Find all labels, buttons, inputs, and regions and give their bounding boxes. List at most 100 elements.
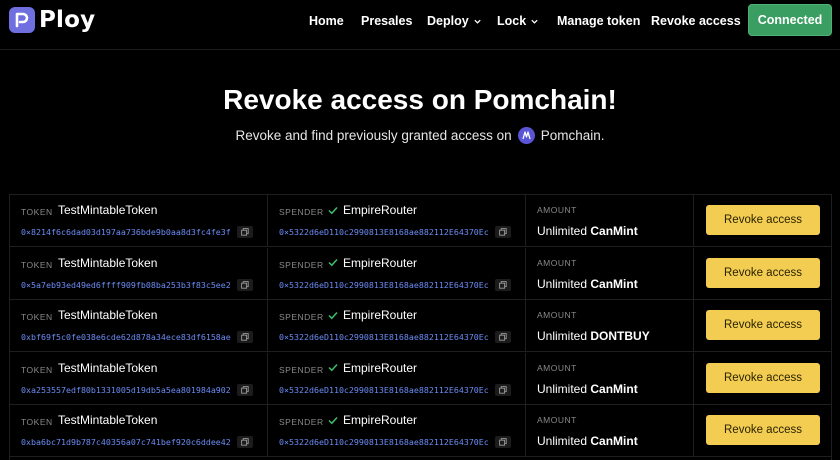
amount-label: AMOUNT	[537, 205, 577, 215]
amount-label: AMOUNT	[537, 310, 577, 320]
page-title: Revoke access on Pomchain!	[223, 84, 617, 115]
spender-address[interactable]: 0×5322d6eD110c2990813E8168ae882112E64370…	[279, 227, 489, 237]
spender-name: EmpireRouter	[343, 308, 418, 322]
spender-cell: SPENDER EmpireRouter 0×5322d6eD110c29908…	[268, 352, 526, 405]
revoke-access-button[interactable]: Revoke access	[706, 257, 820, 288]
token-address-link[interactable]: 0×8214f6c6dad03d197aa736bde9b0aa8d3fc4fe…	[21, 226, 253, 238]
token-address[interactable]: 0xbf69f5c0fe038e6cde62d878a34ece83df6158…	[21, 332, 231, 342]
chevron-down-icon	[474, 19, 481, 24]
spender-label: SPENDER	[279, 312, 324, 322]
copy-icon[interactable]	[236, 436, 253, 448]
nav-deploy[interactable]: Deploy	[427, 12, 482, 30]
copy-icon[interactable]	[494, 436, 511, 448]
chevron-down-icon	[531, 19, 538, 24]
brand-logo[interactable]: Ploy	[9, 7, 95, 33]
spender-name-wrap: EmpireRouter	[328, 361, 417, 375]
token-address-link[interactable]: 0xa253557edf80b1331005d19db5a5ea801984a9…	[21, 383, 253, 396]
token-name: TestMintableToken	[58, 413, 158, 427]
copy-icon[interactable]	[494, 331, 511, 343]
subtitle-text: Revoke and find previously granted acces…	[235, 128, 512, 143]
token-address-link[interactable]: 0xbf69f5c0fe038e6cde62d878a34ece83df6158…	[21, 331, 253, 343]
token-address[interactable]: 0×8214f6c6dad03d197aa736bde9b0aa8d3fc4fe…	[21, 227, 231, 237]
spender-cell: SPENDER EmpireRouter 0×5322d6eD110c29908…	[268, 247, 526, 300]
amount-value: Unlimited CanMint	[537, 434, 638, 448]
nav-manage-token[interactable]: Manage token	[557, 12, 640, 30]
copy-icon[interactable]	[494, 278, 511, 291]
spender-address-link[interactable]: 0×5322d6eD110c2990813E8168ae882112E64370…	[279, 226, 511, 238]
top-navbar: Ploy Home Presales Deploy Lock Manage to…	[0, 0, 840, 50]
nav-lock[interactable]: Lock	[497, 12, 539, 30]
revoke-access-button[interactable]: Revoke access	[706, 310, 820, 340]
nav-presales[interactable]: Presales	[361, 12, 412, 30]
check-icon	[328, 416, 338, 424]
spender-address[interactable]: 0×5322d6eD110c2990813E8168ae882112E64370…	[279, 332, 489, 342]
copy-icon[interactable]	[236, 331, 253, 343]
table-row: TOKEN TestMintableToken 0×8214f6c6dad03d…	[10, 195, 831, 247]
copy-icon[interactable]	[494, 383, 511, 396]
spender-address-link[interactable]: 0×5322d6eD110c2990813E8168ae882112E64370…	[279, 436, 511, 448]
spender-name: EmpireRouter	[343, 255, 418, 270]
amount-label: AMOUNT	[537, 257, 577, 268]
revoke-access-button[interactable]: Revoke access	[706, 415, 820, 445]
check-icon	[328, 363, 338, 372]
pomchain-icon	[517, 127, 535, 144]
nav-lock-label: Lock	[497, 14, 527, 28]
check-icon	[328, 206, 338, 214]
spender-address-link[interactable]: 0×5322d6eD110c2990813E8168ae882112E64370…	[279, 278, 511, 291]
spender-cell: SPENDER EmpireRouter 0×5322d6eD110c29908…	[268, 195, 526, 247]
spender-address-link[interactable]: 0×5322d6eD110c2990813E8168ae882112E64370…	[279, 331, 511, 343]
nav-home[interactable]: Home	[309, 12, 344, 30]
spender-address[interactable]: 0×5322d6eD110c2990813E8168ae882112E64370…	[279, 437, 489, 447]
copy-icon[interactable]	[236, 278, 253, 291]
amount-value: Unlimited CanMint	[537, 224, 638, 238]
spender-name-wrap: EmpireRouter	[328, 413, 417, 427]
ploy-logo-icon	[9, 7, 35, 33]
amount-cell: AMOUNT Unlimited DONTBUY	[526, 300, 694, 352]
nav-presales-label: Presales	[361, 14, 413, 28]
table-row: TOKEN TestMintableToken 0xa253557edf80b1…	[10, 352, 831, 405]
amount-prefix: Unlimited	[537, 329, 588, 343]
brand-name: Ploy	[39, 7, 96, 33]
token-address-link[interactable]: 0×5a7eb93ed49ed6ffff909fb08ba253b3f83c5e…	[21, 278, 253, 291]
amount-value: Unlimited CanMint	[537, 277, 638, 291]
token-cell: TOKEN TestMintableToken 0×5a7eb93ed49ed6…	[10, 247, 268, 300]
nav-manage-token-label: Manage token	[557, 14, 641, 28]
amount-symbol: CanMint	[590, 224, 638, 238]
token-name: TestMintableToken	[58, 203, 158, 217]
token-cell: TOKEN TestMintableToken 0×8214f6c6dad03d…	[10, 195, 268, 247]
token-label: TOKEN	[21, 312, 53, 322]
token-name: TestMintableToken	[58, 255, 158, 270]
table-row: TOKEN TestMintableToken 0xbf69f5c0fe038e…	[10, 300, 831, 352]
copy-icon[interactable]	[236, 226, 253, 238]
amount-prefix: Unlimited	[537, 276, 588, 291]
token-address[interactable]: 0xba6bc71d9b787c40356a07c741bef920c6ddee…	[21, 437, 231, 447]
spender-cell: SPENDER EmpireRouter 0×5322d6eD110c29908…	[268, 405, 526, 457]
amount-cell: AMOUNT Unlimited CanMint	[526, 195, 694, 247]
copy-icon[interactable]	[236, 383, 253, 396]
check-icon	[328, 311, 338, 319]
amount-cell: AMOUNT Unlimited CanMint	[526, 247, 694, 300]
token-address-link[interactable]: 0xba6bc71d9b787c40356a07c741bef920c6ddee…	[21, 436, 253, 448]
token-address[interactable]: 0xa253557edf80b1331005d19db5a5ea801984a9…	[21, 385, 231, 395]
token-label: TOKEN	[21, 207, 53, 217]
spender-address-link[interactable]: 0×5322d6eD110c2990813E8168ae882112E64370…	[279, 383, 511, 396]
token-address[interactable]: 0×5a7eb93ed49ed6ffff909fb08ba253b3f83c5e…	[21, 280, 231, 290]
token-name: TestMintableToken	[58, 308, 158, 322]
connected-button[interactable]: Connected	[748, 4, 832, 36]
nav-revoke-access[interactable]: Revoke access	[651, 12, 741, 30]
amount-cell: AMOUNT Unlimited CanMint	[526, 352, 694, 405]
spender-name: EmpireRouter	[343, 360, 418, 375]
action-cell: Revoke access	[694, 300, 831, 352]
token-name: TestMintableToken	[58, 360, 158, 375]
spender-cell: SPENDER EmpireRouter 0×5322d6eD110c29908…	[268, 300, 526, 352]
spender-address[interactable]: 0×5322d6eD110c2990813E8168ae882112E64370…	[279, 385, 489, 395]
nav-revoke-access-label: Revoke access	[651, 14, 741, 28]
spender-address[interactable]: 0×5322d6eD110c2990813E8168ae882112E64370…	[279, 280, 489, 290]
copy-icon[interactable]	[494, 226, 511, 238]
amount-prefix: Unlimited	[537, 381, 588, 396]
amount-label: AMOUNT	[537, 362, 577, 373]
amount-value: Unlimited CanMint	[537, 382, 638, 396]
spender-label: SPENDER	[279, 207, 324, 217]
revoke-access-button[interactable]: Revoke access	[706, 205, 820, 235]
revoke-access-button[interactable]: Revoke access	[706, 362, 820, 393]
